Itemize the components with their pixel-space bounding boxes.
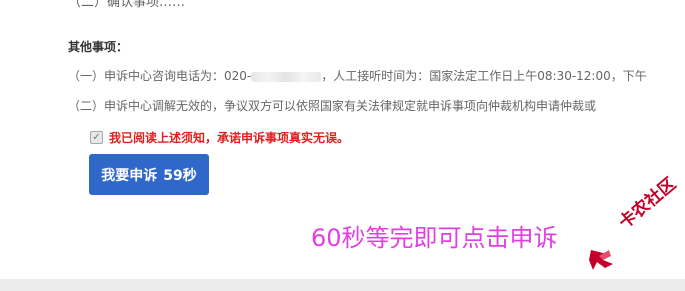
notice-line-phone: （一）申诉中心咨询电话为：020- ，人工接听时间为：国家法定工作日上午08:30… [68, 67, 685, 84]
redacted-phone [251, 71, 322, 82]
notice-line-arbitration: （二）申诉中心调解无效的，争议双方可以依照国家有关法律规定就申诉事项向仲裁机构申… [68, 99, 597, 113]
notice-line-phone-prefix: （一）申诉中心咨询电话为： [68, 69, 225, 83]
phone-number: 020- [224, 69, 252, 83]
footer-bar [0, 279, 685, 291]
countdown-hint: 60秒等完即可点击申诉 [311, 224, 558, 252]
submit-label: 我要申诉 [101, 167, 158, 184]
cut-off-line: （二）确认事项…… [68, 0, 186, 10]
agreement-label: 我已阅读上述须知，承诺申诉事项真实无误。 [109, 131, 350, 145]
agreement-checkbox[interactable]: ✓ [90, 131, 103, 144]
section-title: 其他事项： [68, 40, 129, 54]
submit-complaint-button[interactable]: 我要申诉 59秒 [89, 154, 209, 195]
countdown-timer: 59秒 [163, 167, 197, 184]
agreement-row[interactable]: ✓ 我已阅读上述须知，承诺申诉事项真实无误。 [90, 129, 349, 146]
notice-line-phone-suffix: ，人工接听时间为：国家法定工作日上午08:30-12:00，下午 [321, 69, 647, 83]
